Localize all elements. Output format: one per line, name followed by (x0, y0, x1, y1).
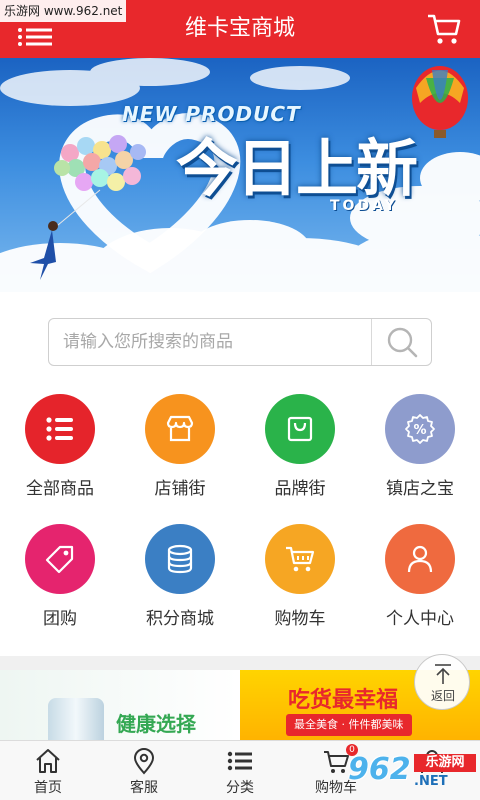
grid-icon-circle (145, 394, 215, 464)
search-button[interactable] (371, 319, 431, 365)
watermark-top: 乐游网 www.962.net (0, 0, 127, 22)
promo-banner[interactable]: NEW PRODUCT 今日上新 TODAY (0, 58, 480, 292)
banner-headline: 今日上新 (176, 132, 418, 205)
nav-group-buy[interactable]: 团购 (0, 524, 120, 644)
nav-shopping-cart[interactable]: 购物车 (240, 524, 360, 644)
grid-icon-circle (145, 524, 215, 594)
grid-icon-circle: % (385, 394, 455, 464)
home-icon (36, 749, 60, 773)
search-input[interactable] (63, 319, 363, 365)
nav-user-center[interactable]: 个人中心 (360, 524, 480, 644)
promo-food-subtitle: 最全美食 · 件件都美味 (286, 714, 412, 736)
list-icon (46, 417, 73, 441)
grid-label: 购物车 (274, 609, 326, 629)
back-to-top-button[interactable]: 返回 (414, 654, 470, 710)
cart-icon (286, 546, 315, 572)
grid-label: 镇店之宝 (386, 479, 454, 499)
cart-icon (428, 14, 461, 44)
list-icon (227, 751, 252, 771)
grid-label: 店铺街 (154, 479, 206, 499)
promo-health[interactable]: 健康选择 (0, 670, 238, 740)
svg-text:%: % (413, 423, 426, 438)
tag-icon (45, 545, 74, 574)
promo-health-text: 健康选择 (116, 712, 196, 736)
bag-icon (287, 416, 313, 442)
grid-label: 全部商品 (26, 479, 94, 499)
grid-label: 个人中心 (386, 609, 454, 629)
banner-line-3: TODAY (330, 198, 398, 214)
promo-food-title: 吃货最幸福 (288, 688, 399, 713)
search-bar (48, 318, 432, 366)
arrow-up-icon (435, 664, 451, 684)
location-pin-icon (133, 748, 155, 775)
nav-all-products[interactable]: 全部商品 (0, 394, 120, 514)
shop-icon (166, 415, 194, 442)
watermark-site: 乐游网 (414, 754, 476, 772)
watermark-logo: 962 乐游网 .NET (344, 748, 480, 798)
tab-label: 分类 (226, 780, 254, 796)
grid-icon-circle (265, 394, 335, 464)
nav-points-mall[interactable]: 积分商城 (120, 524, 240, 644)
grid-label: 团购 (43, 609, 77, 629)
grid-icon-circle (25, 394, 95, 464)
tab-home[interactable]: 首页 (0, 741, 96, 800)
grid-label: 积分商城 (146, 609, 214, 629)
back-to-top-label: 返回 (430, 689, 455, 703)
grid-label: 品牌街 (274, 479, 326, 499)
percent-badge-icon: % (405, 414, 435, 444)
watermark-number: 962 (348, 752, 411, 787)
user-icon (407, 545, 433, 573)
grid-icon-circle (385, 524, 455, 594)
grid-icon-circle (25, 524, 95, 594)
watermark-net: .NET (414, 774, 448, 789)
header-cart-button[interactable] (426, 12, 462, 46)
nav-brand-street[interactable]: 品牌街 (240, 394, 360, 514)
section-divider (0, 656, 480, 670)
tab-label: 首页 (34, 780, 62, 796)
nav-treasure[interactable]: % 镇店之宝 (360, 394, 480, 514)
water-bottle-image (48, 698, 104, 740)
tab-label: 客服 (130, 780, 158, 796)
coins-icon (167, 544, 193, 574)
grid-icon-circle (265, 524, 335, 594)
nav-shop-street[interactable]: 店铺街 (120, 394, 240, 514)
search-icon (387, 327, 418, 358)
tab-category[interactable]: 分类 (192, 741, 288, 800)
tab-service[interactable]: 客服 (96, 741, 192, 800)
